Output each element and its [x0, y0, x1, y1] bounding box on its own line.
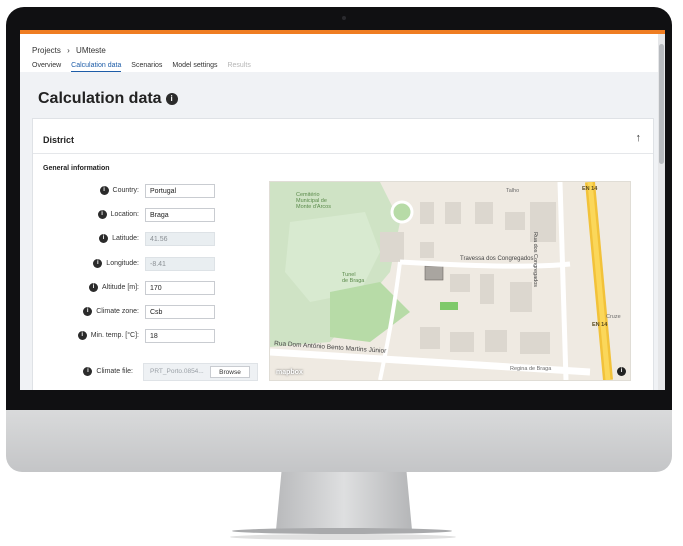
- info-icon[interactable]: i: [93, 258, 103, 268]
- latitude-row: i Latitude:: [33, 232, 139, 246]
- map-label-regina: Regina de Braga: [510, 366, 552, 372]
- map-label-travessa: Travessa dos Congregados: [460, 256, 534, 262]
- building: [480, 274, 494, 304]
- map-label-talho: Talho: [506, 188, 520, 194]
- stand-shadow: [230, 534, 456, 540]
- map-label-cemetery: Cemitério Municipal de Monte d'Arcos: [296, 192, 331, 210]
- latitude-label: i Latitude:: [99, 232, 139, 246]
- breadcrumb-separator: ›: [67, 46, 70, 55]
- longitude-field: -8.41: [145, 257, 215, 271]
- min-temp-label: i Min. temp. [°C]:: [77, 329, 139, 343]
- climate-zone-field[interactable]: Csb: [145, 305, 215, 319]
- info-icon[interactable]: i: [99, 233, 109, 243]
- tab-bar: Overview Calculation data Scenarios Mode…: [32, 62, 259, 72]
- tab-scenarios[interactable]: Scenarios: [131, 62, 162, 71]
- road-travessa: [399, 259, 571, 269]
- roundabout: [390, 200, 414, 224]
- road-congregados: [557, 182, 569, 380]
- location-label: i Location:: [97, 208, 139, 222]
- building: [505, 212, 525, 230]
- min-temp-field[interactable]: 18: [145, 329, 215, 343]
- building: [450, 332, 474, 352]
- building: [450, 274, 470, 292]
- info-icon[interactable]: i: [99, 185, 109, 195]
- min-temp-row: i Min. temp. [°C]:: [33, 329, 139, 343]
- building: [475, 202, 493, 224]
- altitude-label: i Altitude [m]:: [89, 281, 139, 295]
- longitude-label: i Longitude:: [93, 257, 139, 271]
- district-card: District ↑ General information i Country:…: [32, 118, 654, 390]
- location-row: i Location:: [33, 208, 139, 222]
- country-row: i Country:: [33, 184, 139, 198]
- browse-button[interactable]: Browse: [210, 366, 250, 378]
- info-icon[interactable]: i: [77, 330, 87, 340]
- country-field[interactable]: Portugal: [145, 184, 215, 198]
- tab-model-settings[interactable]: Model settings: [172, 62, 217, 71]
- altitude-field[interactable]: 170: [145, 281, 215, 295]
- climate-file-row: i Climate file:: [33, 365, 133, 379]
- park-patch: [440, 302, 458, 310]
- monitor-chin: [6, 410, 672, 472]
- highway-en14-inner: [587, 182, 611, 380]
- tab-overview[interactable]: Overview: [32, 62, 61, 71]
- building: [510, 282, 532, 312]
- country-label: i Country:: [99, 184, 139, 198]
- map-label-cruze: Cruze: [606, 314, 621, 320]
- map-label-en14: EN 14: [592, 322, 608, 328]
- building: [445, 202, 461, 224]
- building: [420, 327, 440, 349]
- camera: [342, 16, 346, 20]
- info-icon[interactable]: i: [89, 282, 99, 292]
- page-title-text: Calculation data: [38, 90, 162, 107]
- climate-file-name: PRT_Porto.0854...: [150, 368, 204, 375]
- climate-zone-label: i Climate zone:: [83, 305, 139, 319]
- building: [485, 330, 507, 352]
- scrollbar-thumb[interactable]: [659, 44, 664, 164]
- info-icon[interactable]: i: [83, 306, 93, 316]
- district-title: District: [43, 135, 75, 145]
- building: [380, 232, 404, 262]
- building: [420, 202, 434, 224]
- building: [520, 332, 550, 354]
- selected-building: [424, 265, 444, 281]
- map-label-en14: EN 14: [582, 186, 598, 192]
- tab-calculation-data[interactable]: Calculation data: [71, 62, 122, 72]
- longitude-row: i Longitude:: [33, 257, 139, 271]
- location-map[interactable]: Cemitério Municipal de Monte d'Arcos Tun…: [269, 181, 631, 381]
- monitor-stand-neck: [276, 472, 412, 530]
- latitude-field: 41.56: [145, 232, 215, 246]
- map-info-icon[interactable]: i: [617, 367, 626, 376]
- page-title: Calculation data i: [38, 90, 178, 108]
- climate-file-input: PRT_Porto.0854... Browse: [143, 363, 258, 381]
- mapbox-logo[interactable]: mapbox: [276, 369, 303, 376]
- map-label-tunnel: Tunel de Braga: [342, 272, 365, 284]
- altitude-row: i Altitude [m]:: [33, 281, 139, 295]
- climate-zone-row: i Climate zone:: [33, 305, 139, 319]
- breadcrumb: Projects › UMteste: [32, 46, 110, 55]
- section-title: General information: [43, 165, 110, 172]
- breadcrumb-current: UMteste: [76, 46, 106, 55]
- divider: [33, 153, 653, 154]
- tab-results: Results: [227, 62, 251, 69]
- screen: Projects › UMteste Overview Calculation …: [20, 30, 665, 390]
- breadcrumb-projects[interactable]: Projects: [32, 46, 61, 55]
- info-icon[interactable]: i: [83, 366, 93, 376]
- building: [420, 242, 434, 258]
- info-icon[interactable]: i: [165, 93, 178, 105]
- info-icon[interactable]: i: [97, 209, 107, 219]
- header: Projects › UMteste Overview Calculation …: [20, 34, 658, 72]
- map-label-rua-congregados: Rua dos Congregados: [532, 232, 538, 288]
- collapse-arrow-icon[interactable]: ↑: [636, 132, 642, 144]
- location-field[interactable]: Braga: [145, 208, 215, 222]
- climate-file-label: i Climate file:: [83, 365, 133, 379]
